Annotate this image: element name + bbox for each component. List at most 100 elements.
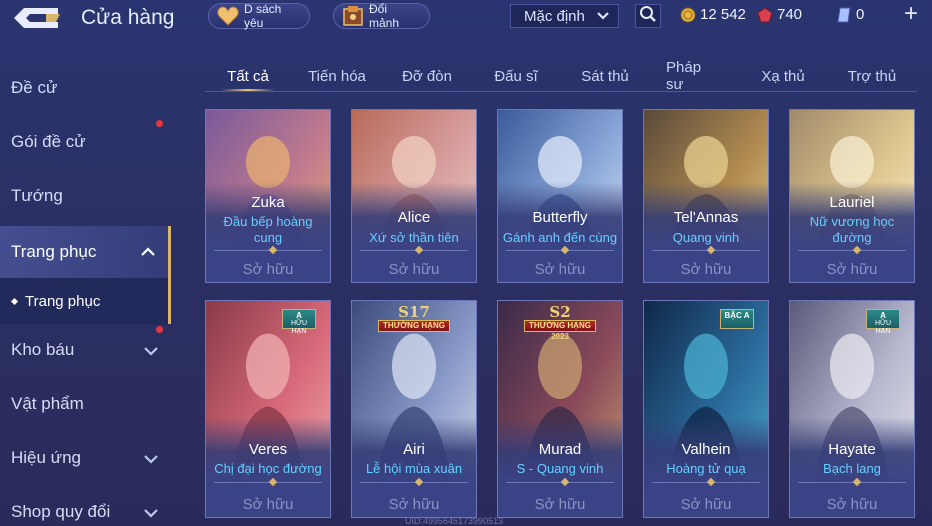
skin-card[interactable]: A HỮU HẠN Hayate Bạch lang Sở hữu (789, 300, 915, 518)
card-divider (798, 250, 906, 251)
sidebar-item-effects[interactable]: Hiệu ứng (0, 434, 171, 482)
tab-mage[interactable]: Pháp sư (666, 59, 722, 93)
tab-label: Xạ thủ (761, 67, 805, 85)
season-rank-label: THƯỜNG HẠNG (524, 320, 596, 332)
skin-card[interactable]: Butterfly Gánh anh đến cùng Sở hữu (497, 109, 623, 283)
chevron-down-icon (596, 9, 610, 27)
skin-name: Chị đại học đường (214, 461, 322, 476)
skin-name: Nữ vương học đường (809, 214, 895, 245)
tier-badge-grade: A (880, 311, 886, 320)
sidebar-item-treasure[interactable]: Kho báu (0, 326, 171, 374)
hero-name: Lauriel (829, 194, 875, 211)
skin-name: Đầu bếp hoàng cung (223, 214, 313, 245)
sidebar-item-exchange-shop[interactable]: Shop quy đổi (0, 488, 171, 526)
hero-name: Butterfly (532, 209, 588, 226)
tab-fighter[interactable]: Đấu sĩ (493, 60, 539, 92)
sidebar-item-items[interactable]: Vật phẩm (0, 380, 171, 428)
card-divider (214, 482, 322, 483)
card-divider (652, 250, 760, 251)
hero-name: Zuka (251, 194, 285, 211)
sidebar-item-label: Hiệu ứng (11, 448, 81, 467)
ownership-status: Sở hữu (242, 496, 294, 513)
back-arrow-icon[interactable] (10, 4, 64, 32)
ownership-status: Sở hữu (534, 496, 586, 513)
ownership-status: Sở hữu (388, 261, 440, 278)
exchange-fragments-button[interactable]: Đổi mảnh (333, 2, 430, 30)
ruby-amount: 740 (777, 6, 803, 23)
card-divider (506, 250, 614, 251)
tab-support[interactable]: Trợ thủ (845, 60, 899, 92)
tab-all[interactable]: Tất cả (221, 60, 275, 92)
sidebar-item-label: Vật phẩm (11, 394, 84, 413)
skin-card[interactable]: Lauriel Nữ vương học đường Sở hữu (789, 109, 915, 283)
sidebar-item-heroes[interactable]: Tướng (0, 172, 171, 220)
season-year: 2023 (551, 332, 569, 341)
tier-badge-note: HỮU HẠN (290, 320, 308, 335)
sort-dropdown[interactable]: Mặc định (510, 4, 619, 28)
skin-card[interactable]: Alice Xứ sở thần tiên Sở hữu (351, 109, 477, 283)
chevron-up-icon (140, 244, 156, 264)
chevron-down-icon (143, 451, 159, 471)
hero-name: Alice (397, 209, 431, 226)
chevron-down-icon (143, 343, 159, 363)
gold-coin-icon (680, 7, 696, 23)
sidebar-item-recommended[interactable]: Đề cử (0, 64, 171, 112)
season-rank-badge: S2 THƯỜNG HẠNG 2023 (524, 303, 596, 341)
sidebar-item-skins[interactable]: Trang phục (0, 226, 171, 278)
ruby-icon (757, 6, 773, 23)
tab-marksman[interactable]: Xạ thủ (760, 60, 806, 92)
tier-badge: BẬC A (720, 309, 754, 329)
tab-assassin[interactable]: Sát thủ (579, 60, 631, 92)
search-icon (639, 5, 657, 28)
hero-name: Veres (248, 441, 288, 458)
ownership-status: Sở hữu (242, 261, 294, 278)
tier-badge: A HỮU HẠN (866, 309, 900, 335)
ownership-status: Sở hữu (388, 496, 440, 513)
gold-amount: 12 542 (700, 6, 746, 23)
ownership-status: Sở hữu (826, 496, 878, 513)
card-divider (214, 250, 322, 251)
season-rank-badge: S17 THƯỜNG HẠNG (378, 303, 450, 337)
skin-name: S - Quang vinh (516, 461, 604, 476)
tab-divider (205, 91, 917, 92)
voucher-icon (836, 7, 852, 23)
card-divider (360, 250, 468, 251)
tab-label: Trợ thủ (847, 67, 897, 85)
add-currency-button[interactable]: + (904, 2, 918, 26)
season-rank-label: THƯỜNG HẠNG (378, 320, 450, 332)
skin-card[interactable]: Tel'Annas Quang vinh Sở hữu (643, 109, 769, 283)
wishlist-button[interactable]: D sách yêu (208, 2, 310, 30)
skin-card[interactable]: A HỮU HẠN Veres Chị đại học đường Sở hữu (205, 300, 331, 518)
skin-name: Hoàng tử quạ (666, 461, 746, 476)
skin-card[interactable]: S17 THƯỜNG HẠNG Airi Lễ hội mùa xuân Sở hữu (351, 300, 477, 518)
fragment-box-icon (342, 5, 364, 27)
skin-name: Quang vinh (672, 230, 740, 245)
ownership-status: Sở hữu (680, 496, 732, 513)
tab-label: Đấu sĩ (494, 67, 538, 85)
category-tabs: Tất cả Tiến hóa Đỡ đòn Đấu sĩ Sát thủ Ph… (205, 59, 917, 93)
sidebar: Đề cử Gói đề cử Tướng Trang phục Trang p… (0, 60, 171, 526)
sidebar-subitem-skins[interactable]: Trang phục (0, 278, 171, 324)
exchange-label: Đổi mảnh (369, 2, 400, 30)
sidebar-item-label: Shop quy đổi (11, 502, 111, 521)
ownership-status: Sở hữu (826, 261, 878, 278)
voucher-amount: 0 (856, 6, 865, 23)
tab-tank[interactable]: Đỡ đòn (401, 60, 453, 92)
tab-label: Tiến hóa (308, 67, 366, 85)
tab-evolution[interactable]: Tiến hóa (305, 60, 369, 92)
search-button[interactable] (635, 4, 661, 28)
tier-badge-grade: A (296, 311, 302, 320)
skin-card[interactable]: Zuka Đầu bếp hoàng cung Sở hữu (205, 109, 331, 283)
sidebar-item-label: Trang phục (11, 242, 97, 261)
skin-card[interactable]: BẬC A Valhein Hoàng tử quạ Sở hữu (643, 300, 769, 518)
hero-name: Murad (538, 441, 582, 458)
skin-name: Gánh anh đến cùng (502, 230, 618, 245)
skin-card[interactable]: S2 THƯỜNG HẠNG 2023 Murad S - Quang vinh Sở h… (497, 300, 623, 518)
sidebar-item-recommended-packs[interactable]: Gói đề cử (0, 118, 171, 166)
chevron-down-icon (143, 505, 159, 525)
skin-name: Xứ sở thần tiên (369, 230, 459, 245)
sidebar-item-label: Gói đề cử (11, 132, 86, 151)
skin-name: Bạch lang (823, 461, 881, 476)
season-number: S2 (549, 303, 571, 321)
tier-badge: A HỮU HẠN (282, 309, 316, 335)
